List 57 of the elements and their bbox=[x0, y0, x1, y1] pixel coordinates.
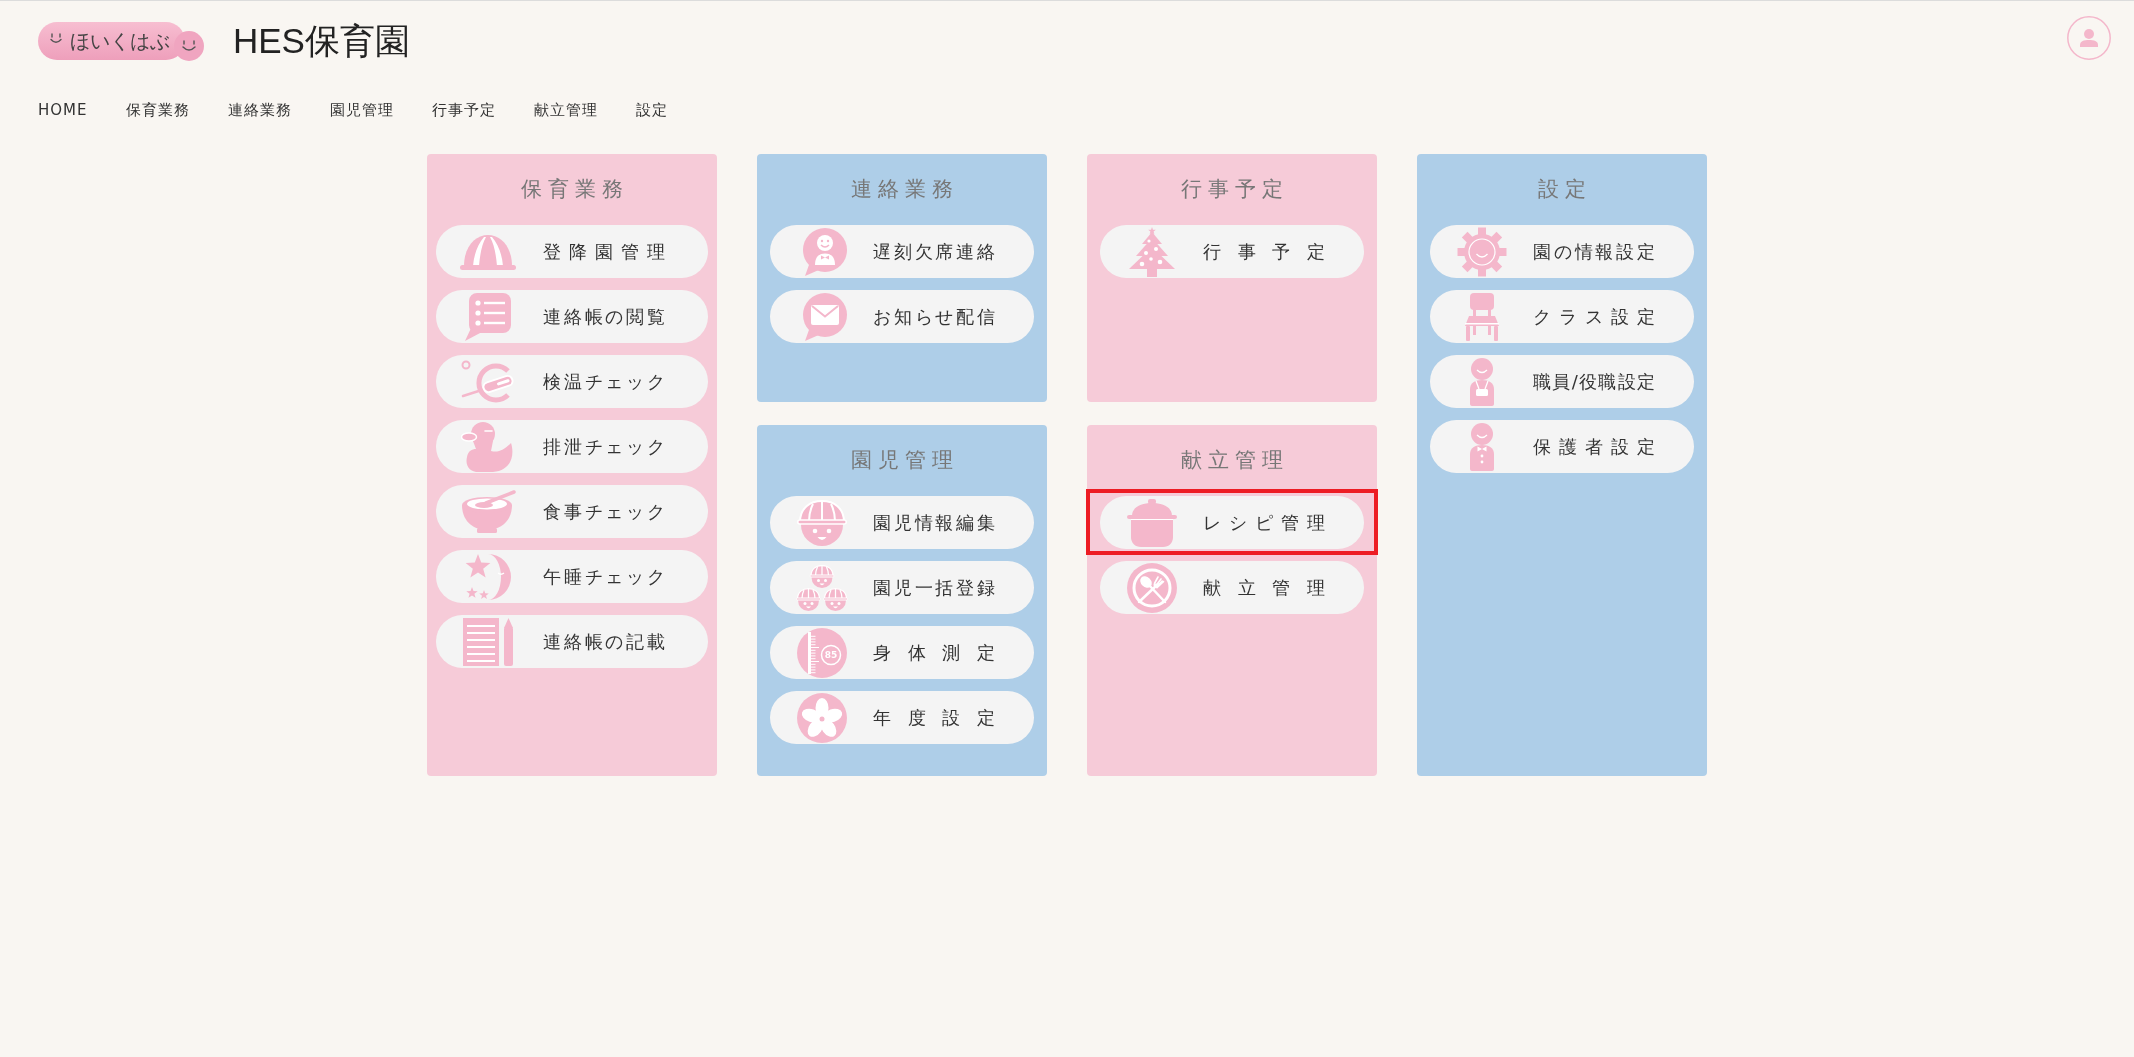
person-bowtie-icon bbox=[1468, 422, 1496, 471]
duck-icon bbox=[461, 420, 515, 473]
nav-link[interactable]: 設定 bbox=[635, 100, 668, 120]
panel-title: 設定 bbox=[1537, 176, 1592, 203]
menu-button[interactable]: 園の情報設定 bbox=[1430, 225, 1694, 278]
panel-title: 行事予定 bbox=[1180, 176, 1289, 203]
menu-button[interactable]: レシピ管理 bbox=[1100, 496, 1364, 549]
gear-icon bbox=[1457, 226, 1507, 277]
menu-button[interactable]: 午睡チェック bbox=[436, 550, 708, 603]
site-title: HES保育園 bbox=[233, 20, 410, 62]
panel-title: 連絡業務 bbox=[850, 176, 959, 203]
christmas-tree-icon bbox=[1129, 226, 1175, 277]
list-bubble-icon bbox=[465, 292, 511, 341]
menu-button[interactable]: 排泄チェック bbox=[436, 420, 708, 473]
menu-button[interactable]: 連絡帳の記載 bbox=[436, 615, 708, 668]
ruler-number: 85 bbox=[824, 649, 838, 660]
menu-button[interactable]: 検温チェック bbox=[436, 355, 708, 408]
menu-button[interactable]: 連絡帳の閲覧 bbox=[436, 290, 708, 343]
nav-link[interactable]: 行事予定 bbox=[431, 100, 496, 120]
menu-button[interactable]: 登降園管理 bbox=[436, 225, 708, 278]
logo-text: ほいくはぶ bbox=[70, 29, 170, 53]
panel-title: 献立管理 bbox=[1180, 447, 1289, 474]
nav-link[interactable]: 献立管理 bbox=[533, 100, 598, 120]
children-icon bbox=[796, 564, 848, 611]
menu-button[interactable]: 献立管理 bbox=[1100, 561, 1364, 614]
notepad-pencil-icon bbox=[463, 617, 513, 666]
thermometer-icon bbox=[461, 359, 515, 404]
nav-link[interactable]: 園児管理 bbox=[329, 100, 394, 120]
pot-icon bbox=[1127, 498, 1177, 547]
menu-button[interactable]: 園児一括登録 bbox=[770, 561, 1034, 614]
smile-icon bbox=[174, 31, 204, 61]
menu-button[interactable]: 食事チェック bbox=[436, 485, 708, 538]
child-face-icon bbox=[797, 499, 847, 546]
menu-button[interactable]: 85 身体測定 bbox=[770, 626, 1034, 679]
nav-link[interactable]: 保育業務 bbox=[125, 100, 190, 120]
menu-button[interactable]: 園児情報編集 bbox=[770, 496, 1034, 549]
plate-cutlery-icon bbox=[1127, 562, 1177, 613]
nav-link[interactable]: HOME bbox=[38, 100, 88, 120]
menu-button[interactable]: 遅刻欠席連絡 bbox=[770, 225, 1034, 278]
flower-icon bbox=[797, 692, 847, 743]
menu-button[interactable]: 保護者設定 bbox=[1430, 420, 1694, 473]
menu-button[interactable]: 職員/役職設定 bbox=[1430, 355, 1694, 408]
hat-icon bbox=[460, 233, 516, 270]
menu-button[interactable]: 行事予定 bbox=[1100, 225, 1364, 278]
chair-icon bbox=[1465, 292, 1499, 341]
nav-link[interactable]: 連絡業務 bbox=[227, 100, 292, 120]
person-badge-icon bbox=[1468, 357, 1496, 406]
menu-button[interactable]: クラス設定 bbox=[1430, 290, 1694, 343]
moon-stars-icon bbox=[465, 551, 511, 602]
bowl-spoon-icon bbox=[460, 489, 516, 534]
logo-badge[interactable]: ほいくはぶ bbox=[38, 22, 185, 60]
panel-title: 園児管理 bbox=[850, 447, 959, 474]
menu-button[interactable]: 年度設定 bbox=[770, 691, 1034, 744]
menu-button[interactable]: お知らせ配信 bbox=[770, 290, 1034, 343]
panel-title: 保育業務 bbox=[520, 176, 629, 203]
smile-icon bbox=[50, 32, 62, 44]
user-avatar-icon[interactable] bbox=[2067, 16, 2111, 60]
